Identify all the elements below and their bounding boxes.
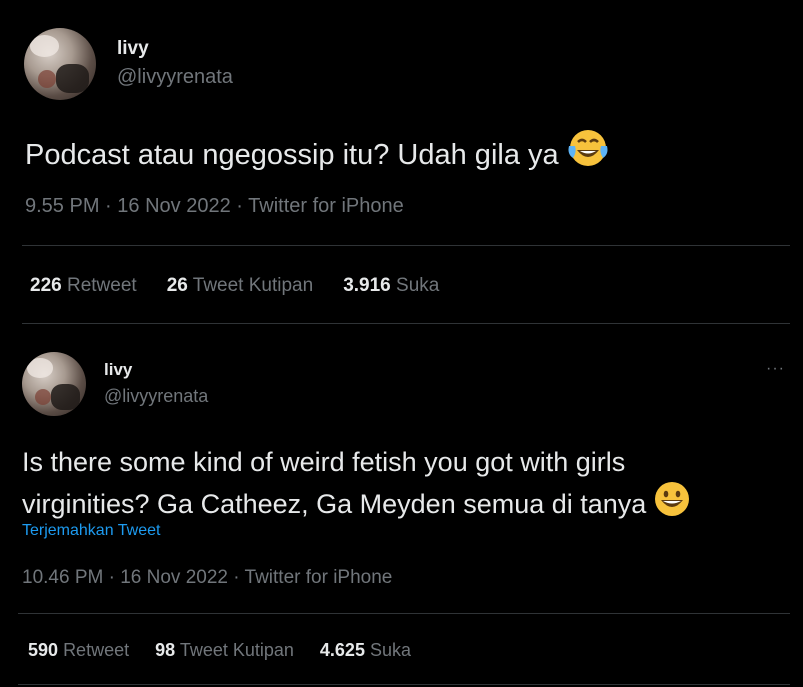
display-name[interactable]: livy [117, 38, 149, 60]
like-count[interactable]: 3.916 Suka [343, 275, 439, 297]
grinning-face-emoji-icon [654, 482, 689, 516]
retweet-count[interactable]: 226 Retweet [30, 275, 137, 297]
avatar[interactable] [24, 28, 96, 100]
engagement-stats: 590 Retweet 98 Tweet Kutipan 4.625 Suka [28, 640, 411, 661]
retweet-count[interactable]: 590 Retweet [28, 640, 129, 661]
username-handle[interactable]: @livyyrenata [104, 386, 208, 407]
quote-tweet-count[interactable]: 26 Tweet Kutipan [167, 275, 314, 297]
quote-tweet-count[interactable]: 98 Tweet Kutipan [155, 640, 294, 661]
more-options-icon[interactable]: ··· [766, 360, 785, 378]
like-count[interactable]: 4.625 Suka [320, 640, 411, 661]
tweet-timestamp[interactable]: 10.46 PM · 16 Nov 2022 · Twitter for iPh… [22, 567, 392, 589]
divider [18, 613, 790, 614]
display-name[interactable]: livy [104, 360, 132, 380]
tweet-timestamp[interactable]: 9.55 PM · 16 Nov 2022 · Twitter for iPho… [25, 195, 404, 218]
engagement-stats: 226 Retweet 26 Tweet Kutipan 3.916 Suka [30, 275, 439, 297]
tears-of-joy-emoji-icon [568, 130, 608, 166]
tweet-text: Is there some kind of weird fetish you g… [22, 444, 690, 523]
avatar[interactable] [22, 352, 86, 416]
translate-tweet-link[interactable]: Terjemahkan Tweet [22, 522, 160, 540]
tweet-text: Podcast atau ngegossip itu? Udah gila ya [25, 128, 609, 172]
username-handle[interactable]: @livyyrenata [117, 66, 233, 89]
divider [22, 245, 790, 246]
divider [22, 323, 790, 324]
divider [18, 684, 790, 685]
